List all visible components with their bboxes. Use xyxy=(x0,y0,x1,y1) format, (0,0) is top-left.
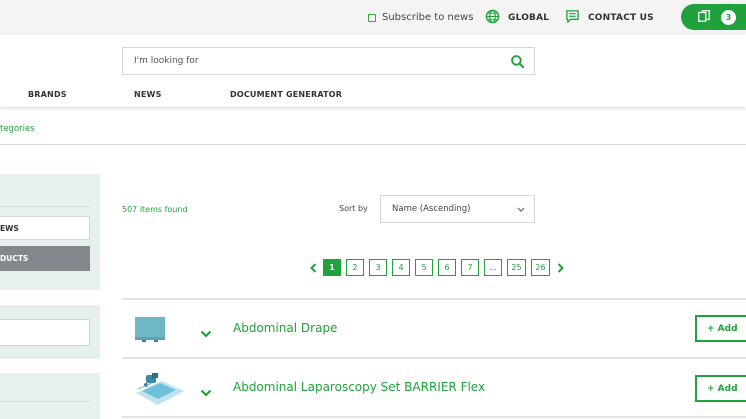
global-label: GLOBAL xyxy=(508,12,550,23)
top-utility-bar: Subscribe to news GLOBAL CONTACT US 3 xyxy=(0,0,746,35)
prev-page-icon[interactable] xyxy=(308,259,318,276)
filter-option-products[interactable]: DUCTS xyxy=(0,246,90,271)
chat-icon xyxy=(565,9,588,27)
document-cart-button[interactable]: 3 xyxy=(681,4,746,30)
page-button[interactable]: 4 xyxy=(392,259,410,276)
main-header: BRANDS NEWS DOCUMENT GENERATOR xyxy=(0,35,746,107)
page-button[interactable]: 25 xyxy=(507,259,526,276)
filter-panel-search xyxy=(0,305,100,359)
row-divider xyxy=(122,416,746,418)
page-button[interactable]: 2 xyxy=(346,259,364,276)
page-ellipsis: ... xyxy=(484,259,502,276)
search-icon[interactable] xyxy=(510,54,525,73)
page-button[interactable]: 1 xyxy=(323,259,341,276)
product-name-link[interactable]: Abdominal Laparoscopy Set BARRIER Flex xyxy=(233,380,485,394)
sort-value: Name (Ascending) xyxy=(392,204,471,214)
subscribe-checkbox-icon xyxy=(368,13,376,22)
chevron-down-icon xyxy=(517,207,525,212)
filter-panel-type: EWS DUCTS xyxy=(0,174,100,290)
filter-option-news[interactable]: EWS xyxy=(0,216,90,240)
product-thumbnail[interactable] xyxy=(132,369,188,413)
nav-brands[interactable]: BRANDS xyxy=(28,90,67,99)
expand-chevron-icon[interactable] xyxy=(200,323,212,342)
pagination: 1 2 3 4 5 6 7 ... 25 26 xyxy=(308,259,570,276)
results-count: 507 items found xyxy=(122,205,188,214)
product-thumbnail[interactable] xyxy=(132,315,168,347)
breadcrumb[interactable]: tegories xyxy=(0,124,35,134)
subscribe-news-link[interactable]: Subscribe to news xyxy=(368,0,473,35)
divider xyxy=(0,144,746,145)
page-button[interactable]: 3 xyxy=(369,259,387,276)
globe-icon xyxy=(485,9,508,27)
cart-count-badge: 3 xyxy=(721,9,736,25)
nav-news[interactable]: NEWS xyxy=(134,90,162,99)
page-button[interactable]: 7 xyxy=(461,259,479,276)
page-button[interactable]: 6 xyxy=(438,259,456,276)
divider xyxy=(0,401,90,402)
expand-chevron-icon[interactable] xyxy=(200,382,212,401)
nav-document-generator[interactable]: DOCUMENT GENERATOR xyxy=(230,90,342,99)
next-page-icon[interactable] xyxy=(555,259,565,276)
page-button[interactable]: 26 xyxy=(531,259,550,276)
sort-select[interactable]: Name (Ascending) xyxy=(380,195,535,223)
page-button[interactable]: 5 xyxy=(415,259,433,276)
add-product-button[interactable]: + Add xyxy=(695,375,746,402)
contact-label: CONTACT US xyxy=(588,12,654,23)
filter-search-input[interactable] xyxy=(0,319,90,346)
contact-us-link[interactable]: CONTACT US xyxy=(565,0,654,35)
documents-icon xyxy=(697,8,711,27)
filter-panel-category xyxy=(0,373,100,419)
product-row: Abdominal Drape + Add xyxy=(122,300,746,357)
product-name-link[interactable]: Abdominal Drape xyxy=(233,321,337,335)
search-box xyxy=(122,47,535,75)
divider xyxy=(0,206,90,207)
add-product-button[interactable]: + Add xyxy=(695,315,746,342)
global-region-link[interactable]: GLOBAL xyxy=(485,0,549,35)
product-row: Abdominal Laparoscopy Set BARRIER Flex +… xyxy=(122,359,746,416)
search-input[interactable] xyxy=(123,48,493,74)
subscribe-label: Subscribe to news xyxy=(382,12,474,23)
sort-label: Sort by xyxy=(339,204,368,213)
